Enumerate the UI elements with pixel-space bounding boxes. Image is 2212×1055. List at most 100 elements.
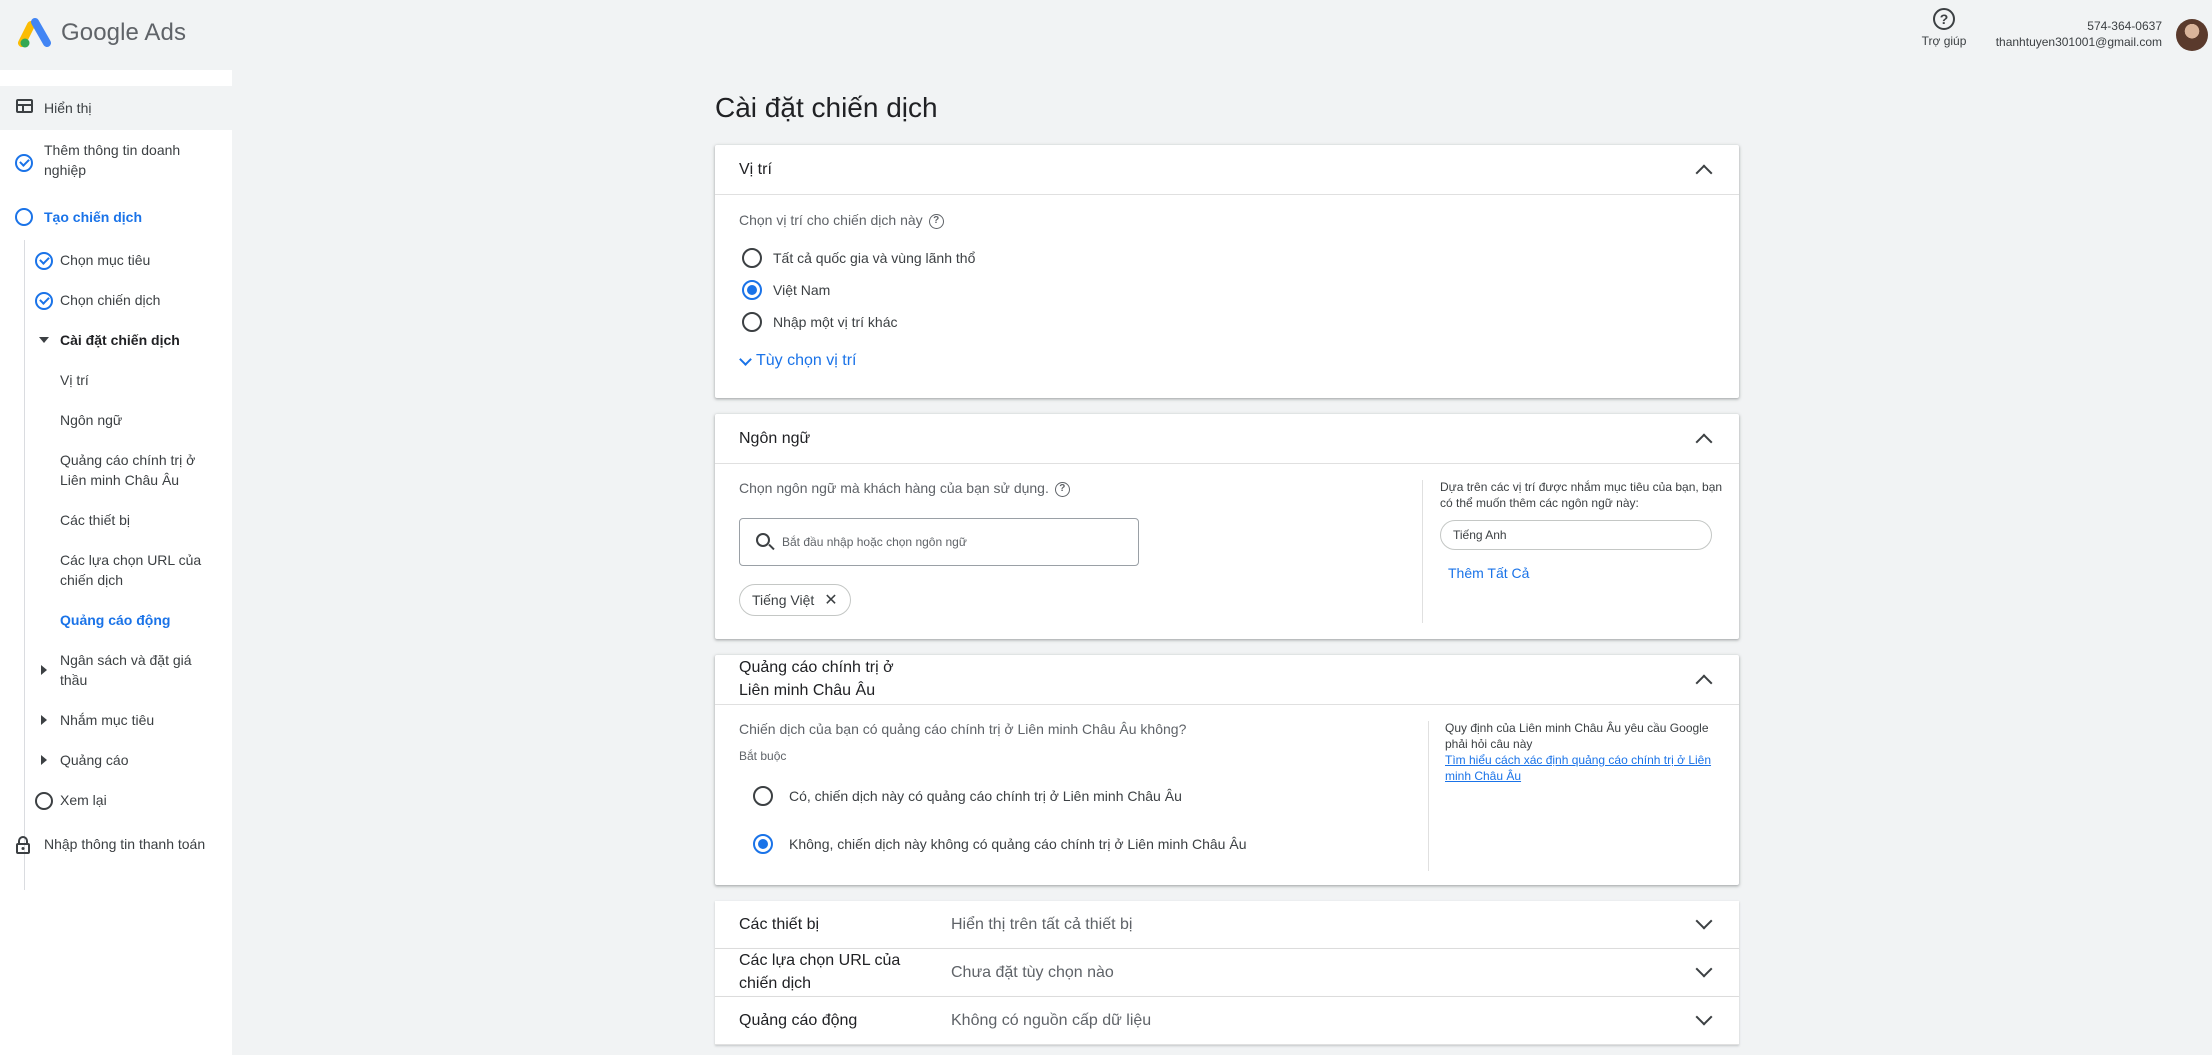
- check-circle-icon: [35, 252, 53, 270]
- location-options-label: Tùy chọn vị trí: [756, 352, 857, 369]
- radio-button[interactable]: [753, 834, 773, 854]
- help-button[interactable]: ? Trợ giúp: [1914, 8, 1974, 48]
- location-card-title: Vị trí: [739, 161, 772, 178]
- row-title: Quảng cáo động: [739, 1012, 858, 1029]
- chevron-down-icon[interactable]: [1695, 960, 1713, 978]
- language-card-title: Ngôn ngữ: [739, 430, 811, 447]
- radio-button[interactable]: [742, 312, 762, 332]
- eu-political-card-title: Quảng cáo chính trị ở Liên minh Châu Âu: [739, 659, 894, 699]
- devices-row[interactable]: Các thiết bị Hiển thị trên tất cả thiết …: [715, 901, 1739, 949]
- sidebar-item-create-campaign[interactable]: Tạo chiến dịch: [0, 206, 232, 232]
- location-option-all[interactable]: Tất cả quốc gia và vùng lãnh thổ: [742, 248, 975, 268]
- location-option-other[interactable]: Nhập một vị trí khác: [742, 312, 898, 332]
- sidebar-item-location[interactable]: Vị trí: [0, 370, 232, 394]
- location-prompt-text: Chọn vị trí cho chiến dịch này: [739, 212, 923, 228]
- required-label: Bắt buộc: [739, 749, 787, 763]
- circle-icon: [15, 208, 33, 226]
- location-options-toggle[interactable]: Tùy chọn vị trí: [739, 352, 856, 370]
- caret-right-icon: [41, 665, 47, 675]
- eu-note-text: Quy định của Liên minh Châu Âu yêu cầu G…: [1445, 721, 1709, 751]
- language-prompt-text: Chọn ngôn ngữ mà khách hàng của bạn sử d…: [739, 480, 1049, 496]
- eu-learn-more-link[interactable]: Tìm hiểu cách xác định quảng cáo chính t…: [1445, 753, 1711, 783]
- divider: [1422, 480, 1423, 623]
- language-prompt: Chọn ngôn ngữ mà khách hàng của bạn sử d…: [739, 480, 1070, 497]
- row-value: Không có nguồn cấp dữ liệu: [951, 1012, 1152, 1029]
- sidebar-item-url-options[interactable]: Các lựa chọn URL của chiến dịch: [0, 550, 232, 594]
- help-icon: ?: [1933, 8, 1955, 30]
- top-bar: Google Ads ? Trợ giúp 574-364-0637 thanh…: [0, 0, 2212, 70]
- radio-button[interactable]: [753, 786, 773, 806]
- sidebar-item-label: Thêm thông tin doanh nghiệp: [44, 142, 181, 178]
- sidebar-item-label: Quảng cáo động: [60, 612, 171, 628]
- sidebar-item-budget-bidding[interactable]: Ngân sách và đặt giá thầu: [0, 650, 232, 694]
- sidebar-item-label: Các lựa chọn URL của chiến dịch: [60, 552, 202, 588]
- eu-political-card: Quảng cáo chính trị ở Liên minh Châu Âu …: [715, 655, 1739, 885]
- close-icon[interactable]: ✕: [824, 590, 837, 610]
- sidebar-item-business-info[interactable]: Thêm thông tin doanh nghiệp: [0, 140, 232, 188]
- sidebar-item-choose-goal[interactable]: Chọn mục tiêu: [0, 250, 232, 274]
- google-ads-logo[interactable]: Google Ads: [18, 16, 186, 50]
- radio-button[interactable]: [742, 248, 762, 268]
- sidebar-item-label: Nhập thông tin thanh toán: [44, 836, 206, 852]
- chip-label: Tiếng Anh: [1453, 528, 1507, 542]
- sidebar: Hiển thị Thêm thông tin doanh nghiệp Tạo…: [0, 70, 232, 1055]
- sidebar-item-label: Nhắm mục tiêu: [60, 712, 155, 728]
- check-circle-icon: [15, 154, 33, 172]
- chevron-up-icon[interactable]: [1695, 674, 1713, 692]
- sidebar-item-devices[interactable]: Các thiết bị: [0, 510, 232, 534]
- sidebar-item-eu-political[interactable]: Quảng cáo chính trị ở Liên minh Châu Âu: [0, 450, 232, 494]
- url-options-row[interactable]: Các lựa chọn URL của chiến dịch Chưa đặt…: [715, 949, 1739, 997]
- sidebar-item-label: Xem lại: [60, 792, 107, 808]
- sidebar-item-label: Ngân sách và đặt giá thầu: [60, 652, 192, 688]
- sidebar-item-label: Vị trí: [60, 372, 89, 388]
- language-card-header[interactable]: Ngôn ngữ: [715, 414, 1739, 464]
- row-value: Chưa đặt tùy chọn nào: [951, 964, 1114, 981]
- sidebar-item-label: Hiển thị: [44, 100, 92, 116]
- eu-option-no[interactable]: Không, chiến dịch này không có quảng cáo…: [753, 834, 1246, 854]
- sidebar-item-dynamic-ads[interactable]: Quảng cáo động: [0, 610, 232, 634]
- radio-label: Nhập một vị trí khác: [773, 314, 898, 330]
- language-card: Ngôn ngữ Chọn ngôn ngữ mà khách hàng của…: [715, 414, 1739, 639]
- radio-button[interactable]: [742, 280, 762, 300]
- add-all-languages-button[interactable]: Thêm Tất Cả: [1448, 565, 1529, 581]
- row-title: Các lựa chọn URL của chiến dịch: [739, 952, 901, 992]
- eu-option-yes[interactable]: Có, chiến dịch này có quảng cáo chính tr…: [753, 786, 1182, 806]
- account-info[interactable]: 574-364-0637 thanhtuyen301001@gmail.com: [1996, 18, 2162, 50]
- location-card-header[interactable]: Vị trí: [715, 145, 1739, 195]
- sidebar-item-payment[interactable]: Nhập thông tin thanh toán: [0, 834, 232, 858]
- logo-text: Google Ads: [61, 19, 187, 46]
- check-circle-icon: [35, 292, 53, 310]
- sidebar-item-choose-campaign[interactable]: Chọn chiến dịch: [0, 290, 232, 314]
- sidebar-item-label: Tạo chiến dịch: [44, 209, 143, 225]
- sidebar-item-label: Chọn mục tiêu: [60, 252, 151, 268]
- sidebar-item-display[interactable]: Hiển thị: [0, 86, 232, 130]
- caret-right-icon: [41, 715, 47, 725]
- chevron-down-icon[interactable]: [1695, 1008, 1713, 1026]
- sidebar-item-language[interactable]: Ngôn ngữ: [0, 410, 232, 434]
- sidebar-item-campaign-settings[interactable]: Cài đặt chiến dịch: [0, 330, 232, 354]
- page-title: Cài đặt chiến dịch: [715, 92, 938, 123]
- table-icon: [16, 99, 33, 113]
- help-icon[interactable]: ?: [928, 213, 944, 229]
- chevron-down-icon[interactable]: [1695, 912, 1713, 930]
- caret-right-icon: [41, 755, 47, 765]
- help-icon[interactable]: ?: [1054, 481, 1070, 497]
- help-label: Trợ giúp: [1921, 34, 1967, 48]
- dynamic-ads-row[interactable]: Quảng cáo động Không có nguồn cấp dữ liệ…: [715, 997, 1739, 1045]
- suggested-language-chip[interactable]: Tiếng Anh: [1440, 520, 1712, 550]
- chevron-up-icon[interactable]: [1695, 433, 1713, 451]
- circle-icon: [35, 792, 53, 810]
- chevron-up-icon[interactable]: [1695, 164, 1713, 182]
- google-ads-logo-icon: [18, 18, 51, 48]
- language-search[interactable]: [739, 518, 1139, 566]
- sidebar-item-review[interactable]: Xem lại: [0, 790, 232, 814]
- divider: [1428, 721, 1429, 871]
- selected-language-chip[interactable]: Tiếng Việt ✕: [739, 584, 851, 616]
- sidebar-item-ads[interactable]: Quảng cáo: [0, 750, 232, 774]
- avatar[interactable]: [2176, 19, 2208, 51]
- location-card: Vị trí Chọn vị trí cho chiến dịch này? T…: [715, 145, 1739, 398]
- location-option-vietnam[interactable]: Việt Nam: [742, 280, 830, 300]
- language-search-input[interactable]: [782, 531, 1122, 553]
- eu-political-card-header[interactable]: Quảng cáo chính trị ở Liên minh Châu Âu: [715, 655, 1739, 705]
- sidebar-item-targeting[interactable]: Nhắm mục tiêu: [0, 710, 232, 734]
